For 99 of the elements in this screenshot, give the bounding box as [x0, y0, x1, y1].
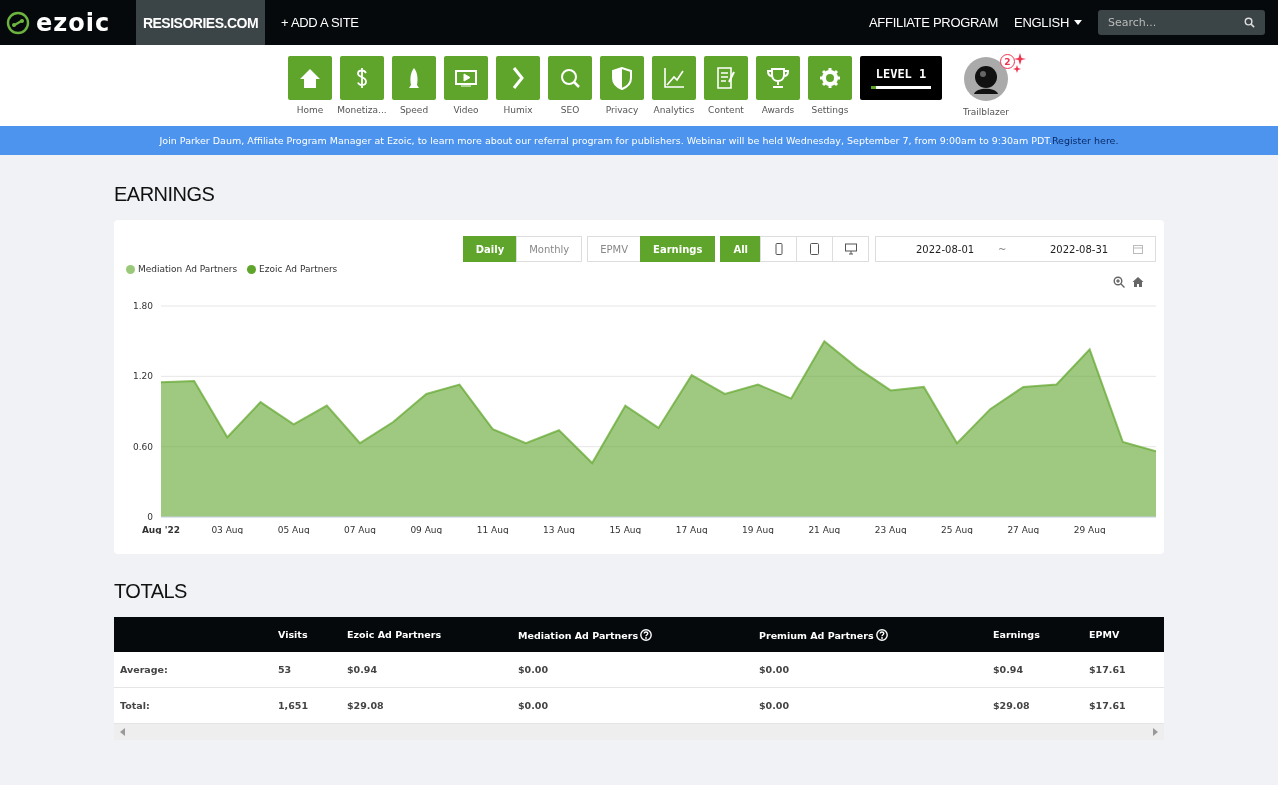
table-cell: $29.08: [347, 700, 384, 711]
home-icon[interactable]: [1132, 276, 1144, 288]
axis-label: 25 Aug: [941, 525, 973, 534]
desktop-icon: [844, 243, 857, 255]
axis-label: 1.20: [132, 371, 153, 382]
table-cell: $0.00: [759, 664, 790, 675]
row-label: Total:: [120, 700, 150, 711]
axis-label: 19 Aug: [742, 525, 774, 534]
axis-label: 13 Aug: [543, 525, 575, 534]
app-label[interactable]: SEO: [560, 105, 580, 115]
app-label[interactable]: Content: [708, 105, 744, 115]
app-button[interactable]: [756, 56, 800, 100]
app-label[interactable]: Video: [453, 105, 479, 115]
table-cell: $17.61: [1089, 664, 1126, 675]
column-header: Ezoic Ad Partners: [347, 629, 442, 640]
phone-icon: [774, 243, 783, 255]
axis-label: 05 Aug: [277, 525, 310, 534]
level-badge[interactable]: LEVEL 1: [860, 56, 942, 100]
column-header: Mediation Ad Partners: [518, 629, 639, 641]
app-button[interactable]: [444, 56, 488, 100]
app-button[interactable]: [652, 56, 696, 100]
axis-label: 03 Aug: [211, 525, 244, 534]
axis-label: 07 Aug: [344, 525, 376, 534]
app-button[interactable]: [600, 56, 644, 100]
app-label[interactable]: Analytics: [653, 105, 695, 115]
logo-icon: [6, 10, 30, 35]
app-label[interactable]: Privacy: [605, 105, 639, 115]
column-header: Premium Ad Partners: [759, 629, 874, 641]
table-cell: $17.61: [1089, 700, 1126, 711]
app-label[interactable]: Humix: [503, 105, 533, 115]
axis-label: 23 Aug: [874, 525, 907, 534]
axis-label: 29 Aug: [1073, 525, 1106, 534]
table-cell: $29.08: [993, 700, 1030, 711]
table-cell: $0.00: [518, 664, 549, 675]
app-button[interactable]: [808, 56, 852, 100]
app-button[interactable]: [288, 56, 332, 100]
axis-label: 11 Aug: [476, 525, 509, 534]
row-label: Average:: [120, 664, 168, 675]
legend-item[interactable]: Mediation Ad Partners: [138, 264, 238, 274]
profile-label[interactable]: Trailblazer: [962, 107, 1010, 117]
legend-item[interactable]: Ezoic Ad Partners: [259, 264, 338, 274]
tablet-icon: [810, 243, 819, 255]
axis-label: 21 Aug: [808, 525, 841, 534]
scroll-right-icon[interactable]: [1152, 728, 1158, 736]
date-range-field[interactable]: 2022-08-01 ~ 2022-08-31: [875, 236, 1156, 262]
notification-badge: 2: [1000, 54, 1015, 69]
app-button[interactable]: [392, 56, 436, 100]
calendar-icon: [1133, 244, 1143, 254]
table-cell: $0.94: [993, 664, 1024, 675]
axis-label: 1.80: [132, 301, 153, 311]
horizontal-scrollbar[interactable]: [114, 724, 1164, 740]
help-icon[interactable]: [640, 628, 653, 641]
toggle-button[interactable]: [796, 236, 833, 262]
level-text: LEVEL 1: [875, 67, 927, 81]
column-header: Visits: [278, 629, 308, 640]
table-cell: 1,651: [278, 700, 309, 711]
add-site-link[interactable]: + ADD A SITE: [265, 15, 375, 30]
toggle-button[interactable]: EPMV: [587, 236, 642, 262]
app-label[interactable]: Speed: [399, 105, 429, 115]
zoom-icon[interactable]: [1113, 276, 1125, 288]
caret-icon: [1074, 20, 1082, 25]
help-icon[interactable]: [875, 628, 888, 641]
axis-label: 27 Aug: [1007, 525, 1040, 534]
section-heading: EARNINGS: [114, 183, 216, 206]
app-button[interactable]: [548, 56, 592, 100]
table-cell: $0.00: [518, 700, 549, 711]
profile-avatar[interactable]: 2: [963, 56, 1029, 102]
column-header: EPMV: [1089, 629, 1120, 640]
toggle-button[interactable]: [760, 236, 797, 262]
app-button[interactable]: [704, 56, 748, 100]
axis-label: 09 Aug: [410, 525, 443, 534]
scroll-left-icon[interactable]: [120, 728, 126, 736]
banner-text: Join Parker Daum, Affiliate Program Manager at Ezoic, to learn more about our referral program for publishers. Webinar will be held Wednesday, September 7, from 9:00am to 9:30am PDT.: [159, 135, 1052, 146]
app-button[interactable]: [340, 56, 384, 100]
toggle-button[interactable]: [832, 236, 869, 262]
app-label[interactable]: Home: [296, 105, 324, 115]
axis-label: 15 Aug: [609, 525, 642, 534]
app-label[interactable]: Monetiza...: [337, 105, 387, 115]
site-tab[interactable]: RESISORIES.COM: [136, 0, 265, 45]
affiliate-program-link[interactable]: AFFILIATE PROGRAM: [853, 15, 1014, 30]
app-label[interactable]: Settings: [811, 105, 849, 115]
app-button[interactable]: [496, 56, 540, 100]
axis-label: 17 Aug: [675, 525, 708, 534]
axis-label: 0: [147, 512, 153, 522]
logo-text: ezoic: [36, 8, 111, 37]
axis-label: 0.60: [132, 441, 153, 452]
sparkle-icon: [1013, 53, 1027, 73]
astronaut-avatar-icon: [963, 56, 1009, 102]
table-cell: 53: [278, 664, 292, 675]
table-cell: $0.00: [759, 700, 790, 711]
table-cell: $0.94: [347, 664, 378, 675]
search-icon[interactable]: [1244, 17, 1255, 28]
app-label[interactable]: Awards: [761, 105, 795, 115]
toggle-button[interactable]: Monthly: [516, 236, 583, 262]
section-heading: TOTALS: [114, 580, 188, 603]
register-link[interactable]: Register here.: [1051, 135, 1119, 146]
language-dropdown[interactable]: ENGLISH: [1014, 15, 1098, 30]
search-field[interactable]: Search...: [1098, 10, 1265, 35]
column-header: Earnings: [993, 629, 1040, 640]
